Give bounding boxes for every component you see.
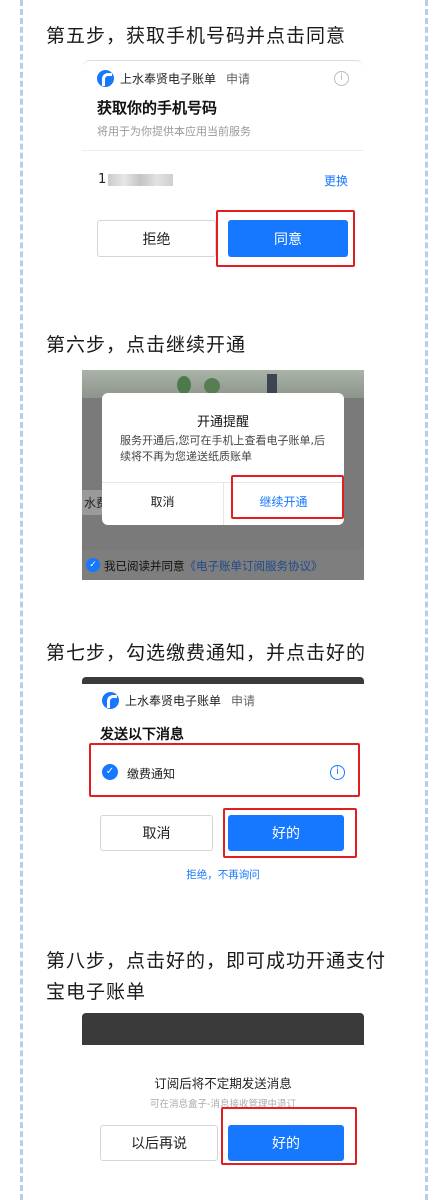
tree-icon <box>177 376 191 394</box>
highlight-agree <box>216 210 355 267</box>
dialog-cancel-button[interactable]: 取消 <box>102 493 223 510</box>
apply-label: 申请 <box>231 694 256 708</box>
right-dashed-border <box>425 0 428 1200</box>
blurred-phone <box>108 173 174 186</box>
app-line: 上水奉贤电子账单 申请 <box>97 70 250 87</box>
alipay-logo-icon <box>97 70 114 87</box>
alipay-logo-icon <box>102 692 119 709</box>
step5-title: 第五步，获取手机号码并点击同意 <box>46 25 347 47</box>
step7-heading: 发送以下消息 <box>100 727 184 743</box>
tree-icon <box>204 378 220 394</box>
step5-heading: 获取你的手机号码 <box>97 99 218 117</box>
dialog-title: 开通提醒 <box>196 415 249 430</box>
reject-button[interactable]: 拒绝 <box>97 220 216 257</box>
app-name: 上水奉贤电子账单 <box>125 694 222 708</box>
sheet-top-edge <box>82 60 364 68</box>
step5-subtitle: 将用于为你提供本应用当前服务 <box>97 125 251 138</box>
step8-title-line2: 宝电子账单 <box>46 981 147 1003</box>
later-button[interactable]: 以后再说 <box>100 1125 218 1161</box>
agree-text: 我已阅读并同意《电子账单订阅服务协议》 <box>104 558 323 574</box>
highlight-continue <box>231 475 344 519</box>
agreement-bar: ✓ 我已阅读并同意《电子账单订阅服务协议》 <box>82 550 364 580</box>
step7-title: 第七步，勾选缴费通知，并点击好的 <box>46 642 367 664</box>
reject-link[interactable]: 拒绝，不再询问 <box>82 867 364 882</box>
divider <box>82 150 364 151</box>
message-text: 订阅后将不定期发送消息 <box>154 1076 292 1091</box>
highlight-ok <box>221 1107 357 1165</box>
step6-title: 第六步，点击继续开通 <box>46 334 247 356</box>
apply-label: 申请 <box>226 72 251 86</box>
app-name: 上水奉贤电子账单 <box>120 72 217 86</box>
highlight-ok <box>223 808 357 858</box>
phone-number: 1 <box>98 172 174 187</box>
app-line: 上水奉贤电子账单 申请 <box>102 692 255 709</box>
info-icon[interactable]: i <box>334 71 349 86</box>
phone-prefix: 1 <box>98 172 107 187</box>
agreement-link[interactable]: 《电子账单订阅服务协议》 <box>185 559 323 573</box>
checked-icon[interactable]: ✓ <box>86 558 100 572</box>
dark-top-strip <box>82 677 364 684</box>
dialog-body: 服务开通后,您可在手机上查看电子账单,后续将不再为您递送纸质账单 <box>120 434 325 463</box>
dark-top-strip <box>82 1013 364 1045</box>
step8-title-line1: 第八步，点击好的，即可成功开通支付 <box>46 950 387 972</box>
cancel-button[interactable]: 取消 <box>100 815 213 851</box>
agree-prefix: 我已阅读并同意 <box>104 559 185 573</box>
highlight-item <box>89 743 360 797</box>
left-dashed-border <box>20 0 23 1200</box>
change-link[interactable]: 更换 <box>324 172 348 189</box>
